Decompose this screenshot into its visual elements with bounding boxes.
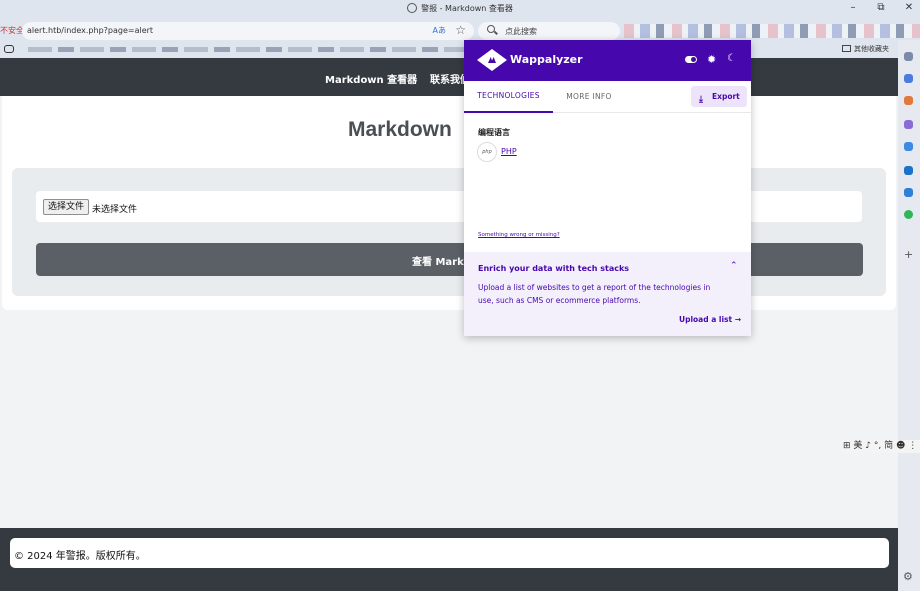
wappalyzer-title: Wappalyzer	[510, 53, 583, 66]
export-label: Export	[712, 92, 740, 101]
browser-sidebar: + ⚙	[898, 40, 920, 591]
address-bar[interactable]: alert.htb/index.php?page=alert Aあ ☆	[22, 22, 474, 40]
category-heading: 编程语言	[478, 128, 510, 137]
wappalyzer-logo-icon	[477, 49, 507, 71]
upload-list-link[interactable]: Upload a list →	[679, 315, 741, 324]
php-icon: php	[477, 142, 497, 162]
extension-icons-blurred	[624, 24, 920, 38]
sidebar-copilot-icon[interactable]	[904, 142, 913, 151]
read-aloud-icon[interactable]: Aあ	[433, 25, 446, 36]
window-controls: – ⧉ ✕	[846, 2, 916, 13]
sidebar-games-icon[interactable]	[904, 210, 913, 219]
choose-file-button[interactable]: 选择文件	[43, 199, 90, 215]
ime-toolbar[interactable]: ⊞ 美 ♪ °, 简 ☻ ⋮⋮	[841, 440, 920, 453]
nav-brand-link[interactable]: Markdown 查看器	[325, 71, 417, 86]
site-navbar: Markdown 查看器 联系我们	[0, 58, 898, 96]
upload-panel	[12, 168, 886, 296]
settings-gear-icon[interactable]: ✹	[707, 53, 716, 66]
minimize-button[interactable]: –	[846, 2, 860, 13]
sidebar-people-icon[interactable]	[904, 120, 913, 129]
file-status: 未选择文件	[92, 205, 138, 215]
restore-button[interactable]: ⧉	[874, 2, 888, 13]
globe-icon	[407, 3, 418, 13]
close-button[interactable]: ✕	[902, 2, 916, 13]
wappalyzer-popup: Wappalyzer ✹ ☾ TECHNOLOGIES MORE INFO ⤓ E…	[464, 40, 751, 336]
theme-toggle-icon[interactable]: ☾	[727, 53, 736, 64]
bookmarks-blurred	[28, 47, 468, 52]
favorite-star-icon[interactable]: ☆	[455, 23, 466, 37]
sidebar-search-icon[interactable]	[904, 52, 913, 61]
report-missing-link[interactable]: Something wrong or missing?	[478, 232, 560, 238]
sidebar-tag-icon[interactable]	[904, 74, 913, 83]
search-placeholder: 点此搜索	[505, 27, 537, 36]
page-title: Markdown	[348, 118, 452, 141]
folder-icon	[842, 45, 851, 52]
sidebar-outlook-icon[interactable]	[904, 166, 913, 175]
wappalyzer-tabs: TECHNOLOGIES MORE INFO ⤓ Export	[464, 81, 751, 113]
search-input[interactable]: 点此搜索	[478, 22, 620, 40]
enrich-panel: Enrich your data with tech stacks ⌃ Uplo…	[464, 252, 751, 336]
bookmarks-bar: 其他收藏夹	[0, 42, 920, 58]
security-indicator[interactable]: 不安全	[0, 25, 24, 36]
window-titlebar: 警报 - Markdown 查看器 – ⧉ ✕	[0, 0, 920, 20]
tab-technologies[interactable]: TECHNOLOGIES	[464, 81, 553, 113]
search-icon	[487, 25, 495, 33]
tech-link-php[interactable]: PHP	[501, 147, 517, 156]
enrich-title[interactable]: Enrich your data with tech stacks	[478, 264, 629, 273]
export-button[interactable]: ⤓ Export	[691, 86, 747, 107]
toggle-switch-icon[interactable]	[685, 56, 697, 63]
url-text[interactable]: alert.htb/index.php?page=alert	[27, 26, 153, 35]
sidebar-add-icon[interactable]: +	[904, 248, 913, 261]
page-content: Markdown 查看器 联系我们 Markdown 选择文件 未选择文件 查看…	[0, 58, 898, 591]
wappalyzer-header: Wappalyzer ✹ ☾	[464, 40, 751, 81]
footer-box: © 2024 年警报。版权所有。	[10, 538, 889, 568]
footer-copyright: © 2024 年警报。版权所有。	[14, 551, 146, 562]
sidebar-settings-icon[interactable]: ⚙	[903, 570, 913, 583]
sidebar-toolbox-icon[interactable]	[904, 96, 913, 105]
chevron-up-icon[interactable]: ⌃	[730, 261, 738, 271]
sidebar-send-icon[interactable]	[904, 188, 913, 197]
enrich-description: Upload a list of websites to get a repor…	[478, 283, 711, 305]
bookmark-toggle-icon[interactable]	[4, 45, 14, 53]
tab-more-info[interactable]: MORE INFO	[559, 81, 619, 113]
window-title: 警报 - Markdown 查看器	[0, 3, 920, 14]
download-icon: ⤓	[699, 95, 703, 105]
other-bookmarks[interactable]: 其他收藏夹	[842, 44, 889, 54]
